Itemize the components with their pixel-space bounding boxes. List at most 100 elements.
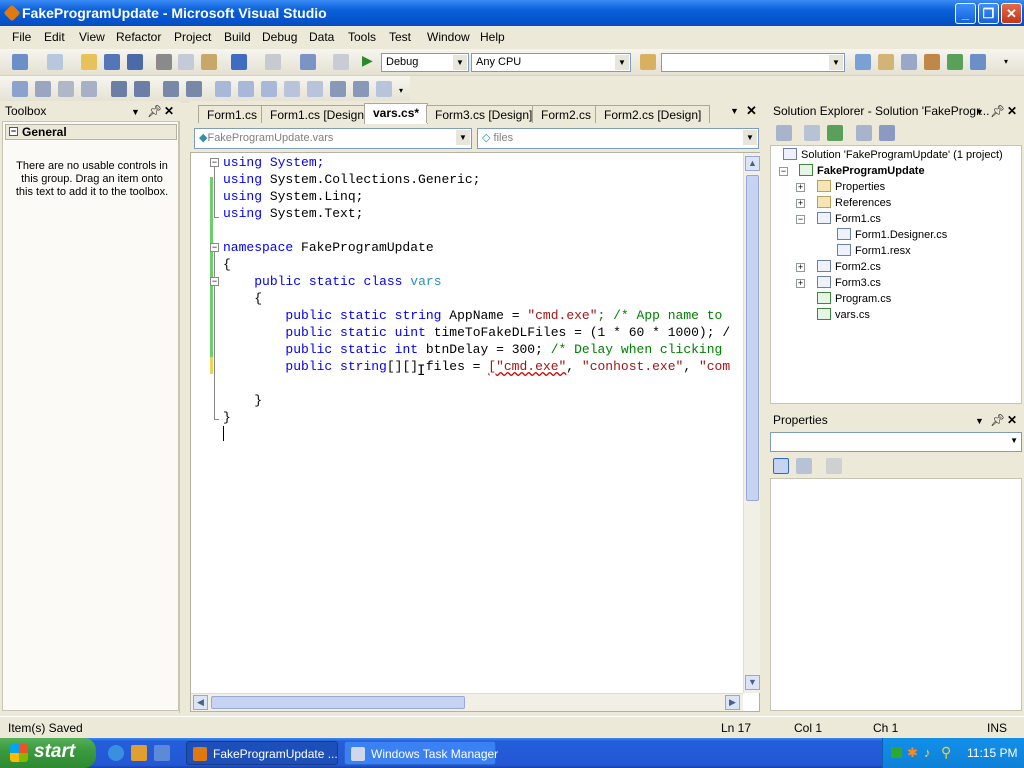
app-icon[interactable] [3, 4, 21, 22]
navigate-forward-icon[interactable] [333, 54, 349, 70]
outline-collapse-icon[interactable]: − [210, 243, 219, 252]
horizontal-scrollbar[interactable]: ◀ ▶ [191, 693, 743, 711]
copy-icon[interactable] [178, 54, 194, 70]
chevron-down-icon[interactable]: ▼ [829, 55, 843, 70]
properties-window-icon[interactable] [878, 54, 894, 70]
collapse-icon[interactable]: − [779, 167, 788, 176]
tree-item-references[interactable]: References [817, 195, 891, 211]
previous-bookmark-document-icon[interactable] [330, 81, 346, 97]
view-class-diagram-icon[interactable] [879, 125, 895, 141]
code-editor[interactable]: − − − using System; using System.Collect… [190, 152, 760, 712]
tree-item-properties[interactable]: Properties [817, 179, 885, 195]
start-debugging-icon[interactable]: ▶ [362, 52, 373, 69]
scroll-left-icon[interactable]: ◀ [193, 695, 208, 710]
add-item-icon[interactable] [47, 54, 63, 70]
decrease-indent-icon[interactable] [111, 81, 127, 97]
parameter-info-icon[interactable] [35, 81, 51, 97]
tree-item-form2[interactable]: Form2.cs [817, 259, 881, 275]
minimize-button[interactable]: _ [955, 3, 976, 24]
menu-tools[interactable]: Tools [348, 30, 376, 44]
expand-icon[interactable]: + [796, 199, 805, 208]
property-pages-icon[interactable] [826, 458, 842, 474]
internet-explorer-icon[interactable] [108, 745, 124, 761]
find-combo[interactable]: ▼ [661, 53, 845, 72]
solution-tree[interactable]: Solution 'FakeProgramUpdate' (1 project)… [770, 145, 1022, 404]
configuration-select[interactable]: Debug ▼ [381, 53, 469, 72]
redo-icon[interactable] [265, 54, 281, 70]
increase-indent-icon[interactable] [134, 81, 150, 97]
alphabetical-icon[interactable] [796, 458, 812, 474]
tab-form2-design[interactable]: Form2.cs [Design] [595, 105, 711, 123]
menu-build[interactable]: Build [224, 30, 251, 44]
comment-lines-icon[interactable] [163, 81, 179, 97]
close-icon[interactable]: ✕ [1007, 413, 1017, 427]
navigate-backward-icon[interactable] [300, 54, 316, 70]
collapse-icon[interactable]: − [796, 215, 805, 224]
menu-window[interactable]: Window [427, 30, 470, 44]
menu-project[interactable]: Project [174, 30, 211, 44]
scroll-right-icon[interactable]: ▶ [725, 695, 740, 710]
save-all-icon[interactable] [127, 54, 143, 70]
undo-icon[interactable] [231, 54, 247, 70]
chevron-down-icon[interactable]: ▼ [453, 55, 467, 70]
window-position-icon[interactable]: ▼ [975, 416, 984, 426]
collapse-icon[interactable]: − [9, 127, 18, 136]
close-icon[interactable]: ✕ [746, 103, 757, 119]
clear-bookmarks-icon[interactable] [376, 81, 392, 97]
menu-edit[interactable]: Edit [44, 30, 65, 44]
scroll-up-icon[interactable]: ▲ [745, 156, 760, 171]
tree-item-form1-designer[interactable]: Form1.Designer.cs [837, 227, 947, 243]
cut-icon[interactable] [156, 54, 172, 70]
toolbox-empty-message[interactable]: There are no usable controls in this gro… [13, 160, 171, 199]
save-icon[interactable] [104, 54, 120, 70]
title-bar[interactable]: FakeProgramUpdate - Microsoft Visual Stu… [0, 0, 1024, 26]
vertical-scrollbar[interactable]: ▲ ▼ [743, 153, 760, 693]
properties-icon[interactable] [776, 125, 792, 141]
menu-debug[interactable]: Debug [262, 30, 297, 44]
complete-word-icon[interactable] [81, 81, 97, 97]
vertical-scroll-thumb[interactable] [746, 175, 759, 501]
solution-explorer-icon[interactable] [855, 54, 871, 70]
show-all-files-icon[interactable] [804, 125, 820, 141]
scroll-down-icon[interactable]: ▼ [745, 675, 760, 690]
tray-search-icon[interactable]: ⚲ [941, 744, 951, 761]
menu-test[interactable]: Test [389, 30, 411, 44]
tree-item-program[interactable]: Program.cs [817, 291, 891, 307]
tray-app-icon[interactable] [891, 747, 902, 758]
open-file-icon[interactable] [81, 54, 97, 70]
previous-bookmark-folder-icon[interactable] [284, 81, 300, 97]
tree-project[interactable]: FakeProgramUpdate [799, 163, 925, 179]
find-in-files-icon[interactable] [640, 54, 656, 70]
toolbox-group-general[interactable]: − General [5, 124, 177, 140]
view-code-icon[interactable] [856, 125, 872, 141]
expand-icon[interactable]: + [796, 263, 805, 272]
horizontal-scroll-thumb[interactable] [211, 696, 465, 709]
tab-form3-design[interactable]: Form3.cs [Design] [426, 105, 542, 123]
next-bookmark-icon[interactable] [261, 81, 277, 97]
paste-icon[interactable] [201, 54, 217, 70]
chevron-down-icon[interactable]: ▼ [615, 55, 629, 70]
expand-icon[interactable]: + [796, 183, 805, 192]
member-list-icon[interactable] [12, 81, 28, 97]
menu-help[interactable]: Help [480, 30, 505, 44]
tab-form1-design[interactable]: Form1.cs [Design] [261, 105, 377, 123]
other-windows-icon[interactable] [970, 54, 986, 70]
uncomment-lines-icon[interactable] [186, 81, 202, 97]
close-icon[interactable]: ✕ [164, 104, 174, 118]
start-page-icon[interactable] [947, 54, 963, 70]
menu-data[interactable]: Data [309, 30, 334, 44]
tab-vars-cs[interactable]: vars.cs* [364, 103, 429, 124]
tree-solution[interactable]: Solution 'FakeProgramUpdate' (1 project) [783, 147, 1003, 163]
toggle-bookmark-icon[interactable] [215, 81, 231, 97]
code-text[interactable]: using System; using System.Collections.G… [223, 154, 730, 426]
members-dropdown[interactable]: ◇ files ▼ [477, 128, 759, 149]
types-dropdown[interactable]: ◆FakeProgramUpdate.vars ▼ [194, 128, 472, 149]
menu-file[interactable]: File [12, 30, 31, 44]
tray-network-icon[interactable]: ✱ [907, 745, 918, 761]
new-project-icon[interactable] [12, 54, 28, 70]
close-button[interactable]: ✕ [1001, 3, 1022, 24]
toolbox-icon[interactable] [924, 54, 940, 70]
auto-hide-pin-icon[interactable]: 📌︎ [990, 413, 1005, 427]
tab-form2-cs[interactable]: Form2.cs [532, 105, 601, 123]
taskbar-button-task-manager[interactable]: Windows Task Manager [344, 741, 498, 765]
